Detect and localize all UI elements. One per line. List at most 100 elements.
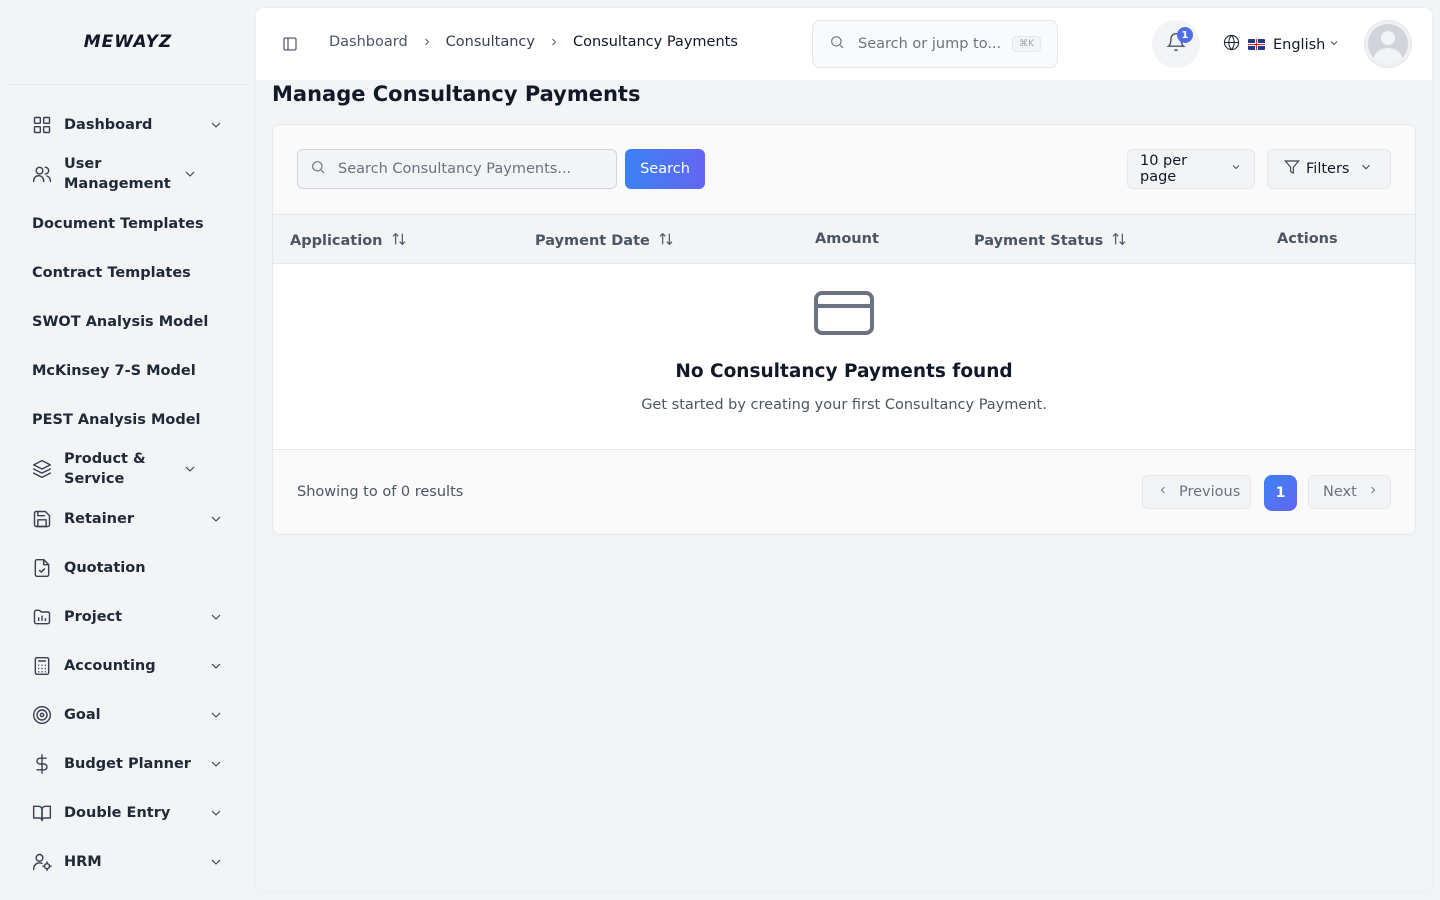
column-actions: Actions xyxy=(1277,231,1338,247)
table-toolbar: Search 10 per page Filters xyxy=(273,125,1415,214)
sidebar-item-label: Accounting xyxy=(64,657,156,674)
next-label: Next xyxy=(1323,484,1357,500)
sidebar-item-label: Quotation xyxy=(64,559,146,576)
sidebar: MEWAYZ Dashboard User Management Documen… xyxy=(0,0,256,900)
notifications-button[interactable]: 1 xyxy=(1152,20,1200,68)
column-label: Actions xyxy=(1277,231,1338,247)
sort-icon xyxy=(1103,231,1127,251)
chevron-down-icon[interactable] xyxy=(208,117,224,133)
sort-icon xyxy=(650,231,674,251)
filters-button[interactable]: Filters xyxy=(1267,149,1391,189)
column-amount: Amount xyxy=(815,231,879,247)
sidebar-item-label: Double Entry xyxy=(64,804,171,821)
empty-state-title: No Consultancy Payments found xyxy=(675,361,1013,382)
sidebar-item-label: Budget Planner xyxy=(64,755,191,772)
previous-page-button[interactable]: Previous xyxy=(1142,475,1251,509)
dollar-icon xyxy=(32,753,52,774)
sidebar-item-goal[interactable]: Goal xyxy=(0,690,256,739)
sidebar-item-user-management[interactable]: User Management xyxy=(0,149,256,199)
sidebar-item-hrm[interactable]: HRM xyxy=(0,837,256,886)
chevron-down-icon[interactable] xyxy=(208,609,224,625)
chevron-down-icon[interactable] xyxy=(208,511,224,527)
sidebar-item-label: Dashboard xyxy=(64,116,153,133)
user-cog-icon xyxy=(32,852,52,872)
search-button[interactable]: Search xyxy=(625,149,705,189)
chevron-left-icon xyxy=(1157,484,1179,500)
sidebar-item-pest-analysis[interactable]: PEST Analysis Model xyxy=(0,395,256,444)
search-icon xyxy=(310,159,338,179)
breadcrumb-consultancy[interactable]: Consultancy xyxy=(446,34,535,50)
sidebar-item-label: SWOT Analysis Model xyxy=(32,313,209,330)
column-label: Amount xyxy=(815,231,879,247)
sort-icon xyxy=(383,231,407,251)
sidebar-item-document-templates[interactable]: Document Templates xyxy=(0,199,256,248)
sidebar-item-quotation[interactable]: Quotation xyxy=(0,543,256,592)
sidebar-item-accounting[interactable]: Accounting xyxy=(0,641,256,690)
shortcut-hint: ⌘K xyxy=(1012,36,1041,52)
chevron-down-icon[interactable] xyxy=(182,166,198,182)
language-selector[interactable]: English xyxy=(1223,34,1340,55)
grid-icon xyxy=(32,115,52,135)
column-payment-date[interactable]: Payment Date xyxy=(535,231,674,251)
user-icon xyxy=(1368,24,1408,64)
sidebar-item-retainer[interactable]: Retainer xyxy=(0,494,256,543)
next-page-button[interactable]: Next xyxy=(1308,475,1391,509)
chevron-down-icon[interactable] xyxy=(208,658,224,674)
sidebar-item-contract-templates[interactable]: Contract Templates xyxy=(0,248,256,297)
payments-card: Search 10 per page Filters Application P… xyxy=(272,124,1416,535)
sidebar-item-product-service[interactable]: Product & Service xyxy=(0,444,256,494)
sidebar-item-budget-planner[interactable]: Budget Planner xyxy=(0,739,256,788)
column-payment-status[interactable]: Payment Status xyxy=(974,231,1127,251)
sidebar-item-label: McKinsey 7-S Model xyxy=(32,362,196,379)
sidebar-toggle-icon[interactable] xyxy=(282,36,298,52)
top-bar: Dashboard Consultancy Consultancy Paymen… xyxy=(256,8,1432,80)
previous-label: Previous xyxy=(1179,484,1241,500)
chevron-right-icon xyxy=(548,36,560,48)
empty-state-subtitle: Get started by creating your first Consu… xyxy=(641,397,1047,413)
chevron-down-icon[interactable] xyxy=(208,854,224,870)
payments-search-input[interactable] xyxy=(338,161,598,177)
empty-state: No Consultancy Payments found Get starte… xyxy=(273,264,1415,450)
users-icon xyxy=(32,164,52,184)
sidebar-item-label: Retainer xyxy=(64,510,134,527)
logo[interactable]: MEWAYZ xyxy=(84,32,173,52)
page-number-button[interactable]: 1 xyxy=(1264,475,1297,511)
chevron-down-icon[interactable] xyxy=(182,461,198,477)
search-icon xyxy=(829,34,858,54)
chevron-down-icon[interactable] xyxy=(208,805,224,821)
breadcrumb-current: Consultancy Payments xyxy=(572,34,738,50)
page-title: Manage Consultancy Payments xyxy=(272,82,641,106)
breadcrumb-dashboard[interactable]: Dashboard xyxy=(329,34,408,50)
book-icon xyxy=(32,803,52,823)
payments-search-field[interactable] xyxy=(297,149,617,189)
sidebar-item-project[interactable]: Project xyxy=(0,592,256,641)
table-header: Application Payment Date Amount Payment … xyxy=(273,214,1415,264)
sidebar-item-mckinsey-7s[interactable]: McKinsey 7-S Model xyxy=(0,346,256,395)
column-application[interactable]: Application xyxy=(290,231,407,251)
globe-icon xyxy=(1223,34,1240,55)
sidebar-item-label: Goal xyxy=(64,706,101,723)
filters-label: Filters xyxy=(1306,161,1350,177)
per-page-value: 10 per page xyxy=(1140,153,1188,185)
sidebar-item-dashboard[interactable]: Dashboard xyxy=(0,100,256,149)
file-check-icon xyxy=(32,558,52,578)
chevron-down-icon[interactable] xyxy=(208,707,224,723)
global-search-placeholder: Search or jump to... xyxy=(858,36,1002,52)
pagination-bar: Showing to of 0 results Previous 1 Next xyxy=(273,450,1415,534)
calculator-icon xyxy=(32,656,52,676)
sidebar-item-double-entry[interactable]: Double Entry xyxy=(0,788,256,837)
sidebar-nav: Dashboard User Management Document Templ… xyxy=(0,85,256,886)
per-page-select[interactable]: 10 per page xyxy=(1127,149,1255,189)
avatar[interactable] xyxy=(1364,20,1412,68)
column-label: Payment Status xyxy=(974,233,1104,249)
breadcrumb: Dashboard Consultancy Consultancy Paymen… xyxy=(329,34,738,50)
sidebar-item-label: User Management xyxy=(64,156,171,192)
sidebar-item-swot-analysis[interactable]: SWOT Analysis Model xyxy=(0,297,256,346)
global-search[interactable]: Search or jump to... ⌘K xyxy=(812,20,1058,68)
chevron-down-icon xyxy=(1349,160,1373,178)
column-label: Application xyxy=(290,233,383,249)
sidebar-item-label: Contract Templates xyxy=(32,264,191,281)
folder-chart-icon xyxy=(32,607,52,627)
target-icon xyxy=(32,705,52,725)
chevron-down-icon[interactable] xyxy=(208,756,224,772)
